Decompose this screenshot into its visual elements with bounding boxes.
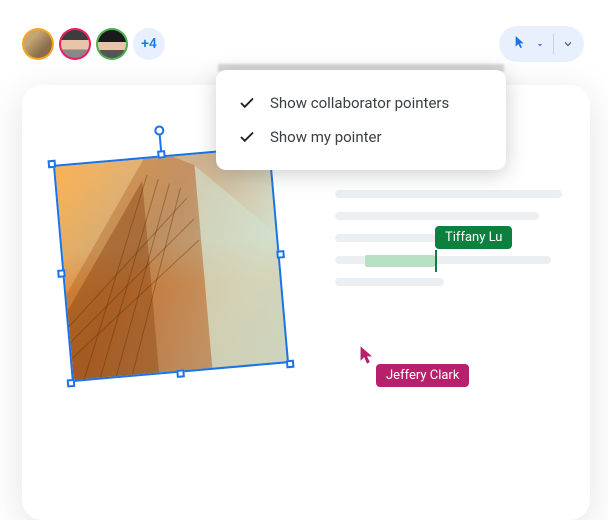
menu-item-show-my-pointer[interactable]: Show my pointer	[216, 120, 506, 154]
collaborator-avatar[interactable]	[59, 28, 91, 60]
collaborator-caret	[435, 250, 437, 272]
collaborator-avatar[interactable]	[96, 28, 128, 60]
check-icon	[238, 94, 256, 112]
text-content-area: Tiffany Lu	[335, 190, 562, 300]
overflow-count-badge[interactable]: +4	[133, 28, 165, 60]
resize-handle[interactable]	[176, 369, 185, 378]
text-line-placeholder	[335, 278, 444, 286]
collaborator-avatar[interactable]	[22, 28, 54, 60]
selection-border	[53, 146, 289, 382]
collaborator-pointer	[358, 345, 376, 369]
text-line-placeholder	[335, 190, 562, 198]
menu-item-label: Show collaborator pointers	[270, 94, 449, 112]
resize-handle[interactable]	[157, 150, 166, 159]
menu-item-show-collaborator-pointers[interactable]: Show collaborator pointers	[216, 86, 506, 120]
collaborator-avatar-row: +4	[22, 28, 165, 60]
selected-image[interactable]	[53, 146, 289, 382]
chevron-down-icon	[562, 35, 574, 54]
pointer-options-menu: Show collaborator pointers Show my point…	[216, 70, 506, 170]
check-icon	[238, 128, 256, 146]
collaborator-name-tag: Jeffery Clark	[376, 364, 469, 387]
pointer-options-button[interactable]	[499, 26, 584, 62]
separator	[553, 34, 554, 54]
resize-handle[interactable]	[276, 250, 285, 259]
text-line-placeholder	[335, 212, 539, 220]
resize-handle[interactable]	[47, 160, 56, 169]
chevron-down-icon	[535, 35, 545, 54]
menu-item-label: Show my pointer	[270, 128, 382, 146]
collaborator-name-tag: Tiffany Lu	[435, 226, 512, 249]
resize-handle[interactable]	[57, 269, 66, 278]
resize-handle[interactable]	[67, 379, 76, 388]
collaborator-text-selection	[365, 255, 435, 267]
cursor-icon	[513, 34, 529, 54]
resize-handle[interactable]	[286, 360, 295, 369]
